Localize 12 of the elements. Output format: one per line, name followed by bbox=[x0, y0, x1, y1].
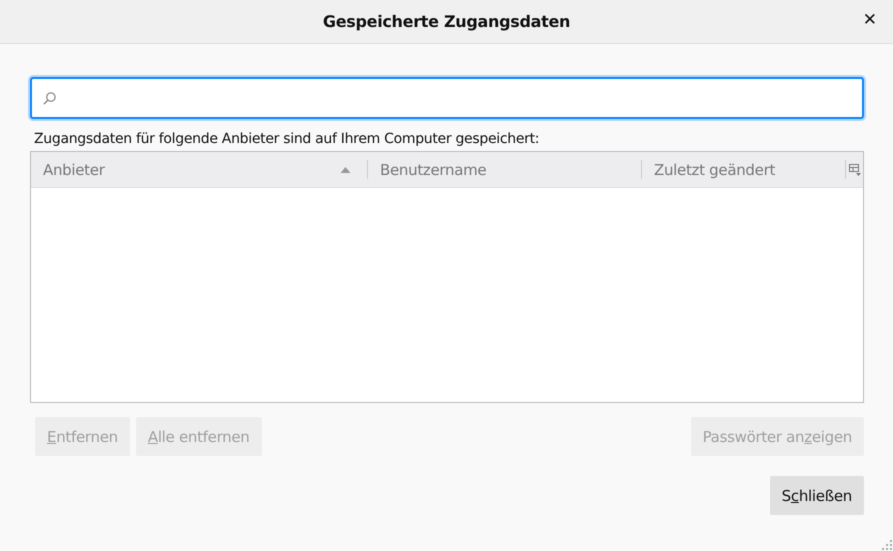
search-icon bbox=[42, 90, 57, 106]
sort-arrow-icon bbox=[340, 166, 351, 172]
column-header[interactable]: Benutzername bbox=[368, 160, 642, 179]
window-title: Gespeicherte Zugangsdaten bbox=[322, 12, 570, 31]
resize-grip-icon[interactable] bbox=[882, 540, 892, 550]
column-header[interactable]: Zuletzt geändert bbox=[642, 160, 846, 179]
close-button[interactable]: ✕ bbox=[858, 10, 881, 30]
description-text: Zugangsdaten für folgende Anbieter sind auf Ihrem Computer gespeichert: bbox=[34, 130, 540, 149]
close-dialog-button[interactable]: Schließen bbox=[770, 476, 864, 515]
column-header[interactable]: Anbieter bbox=[31, 160, 368, 179]
search-field[interactable] bbox=[30, 77, 864, 119]
column-picker-icon[interactable] bbox=[848, 164, 860, 176]
